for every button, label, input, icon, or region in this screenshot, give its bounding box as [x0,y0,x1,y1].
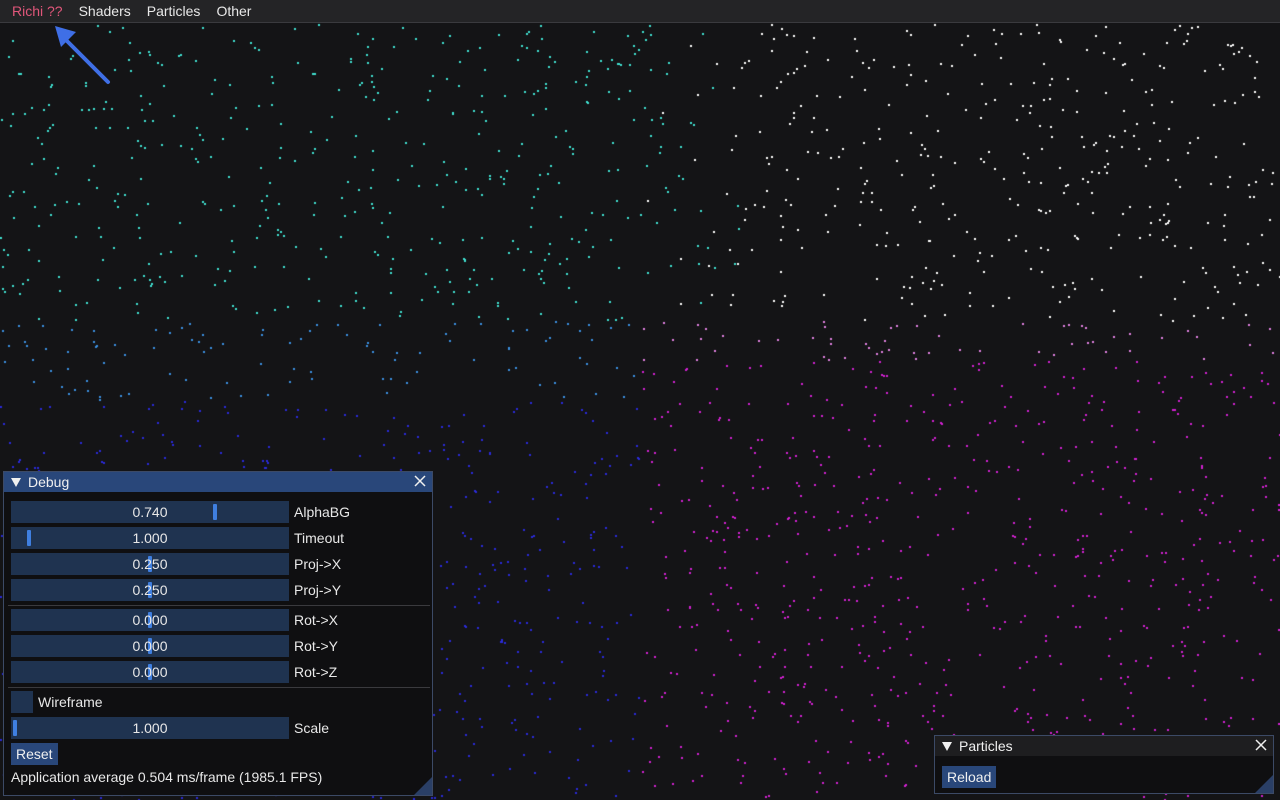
particles-title: Particles [959,738,1013,754]
debug-title: Debug [28,474,70,490]
slider-grab[interactable] [26,530,31,546]
alphabg-slider[interactable]: 0.740 [11,501,289,523]
slider-grab[interactable] [212,504,217,520]
slider-row-rot-x: 0.000 Rot->X [11,609,338,631]
reload-button[interactable]: Reload [942,766,997,788]
proj-x-slider[interactable]: 0.250 [11,553,289,575]
menu-richi[interactable]: Richi ?? [4,0,71,22]
triangle-down-icon[interactable] [942,741,952,751]
slider-label: Timeout [294,530,345,546]
slider-value: 1.000 [132,530,168,546]
rot-x-slider[interactable]: 0.000 [11,609,289,631]
slider-label: Rot->X [294,612,338,628]
slider-row-scale: 1.000 Scale [11,717,329,739]
proj-y-slider[interactable]: 0.250 [11,579,289,601]
menu-shaders[interactable]: Shaders [71,0,139,22]
particles-window: Particles Reload [934,735,1274,794]
menu-particles[interactable]: Particles [139,0,209,22]
slider-label: Proj->Y [294,582,342,598]
arrow-annotation-icon [55,26,110,84]
slider-grab[interactable] [13,720,17,736]
debug-window: Debug 0.740 AlphaBG 1.000 Timeout 0.250 … [3,471,433,796]
wireframe-row: Wireframe [11,691,103,713]
slider-value: 0.000 [132,638,168,654]
slider-label: Scale [294,720,330,736]
slider-value: 0.250 [132,556,168,572]
slider-label: AlphaBG [294,504,351,520]
slider-label: Rot->Y [294,638,338,654]
slider-row-proj-y: 0.250 Proj->Y [11,579,341,601]
separator [8,687,430,688]
close-icon[interactable] [412,473,428,489]
slider-value: 0.740 [132,504,168,520]
slider-value: 0.250 [132,582,168,598]
slider-row-timeout: 1.000 Timeout [11,527,344,549]
slider-value: 0.000 [132,612,168,628]
menu-bar: Richi ?? Shaders Particles Other [0,0,1280,23]
slider-row-alphabg: 0.740 AlphaBG [11,501,350,523]
resize-grip-icon[interactable] [1255,775,1273,793]
reset-button[interactable]: Reset [11,743,58,765]
slider-label: Rot->Z [294,664,338,680]
fps-status: Application average 0.504 ms/frame (1985… [11,769,323,785]
timeout-slider[interactable]: 1.000 [11,527,289,549]
slider-value: 0.000 [132,664,168,680]
triangle-down-icon[interactable] [11,477,21,487]
scale-slider[interactable]: 1.000 [11,717,289,739]
separator [8,605,430,606]
debug-title-bar[interactable]: Debug [4,472,432,492]
slider-row-rot-y: 0.000 Rot->Y [11,635,338,657]
resize-grip-icon[interactable] [414,777,432,795]
close-icon[interactable] [1253,737,1269,753]
slider-row-proj-x: 0.250 Proj->X [11,553,341,575]
wireframe-label: Wireframe [38,694,103,710]
rot-z-slider[interactable]: 0.000 [11,661,289,683]
menu-other[interactable]: Other [208,0,259,22]
slider-value: 1.000 [132,720,168,736]
wireframe-checkbox[interactable] [11,691,33,713]
slider-row-rot-z: 0.000 Rot->Z [11,661,337,683]
particles-title-bar[interactable]: Particles [935,736,1273,756]
rot-y-slider[interactable]: 0.000 [11,635,289,657]
slider-label: Proj->X [294,556,342,572]
